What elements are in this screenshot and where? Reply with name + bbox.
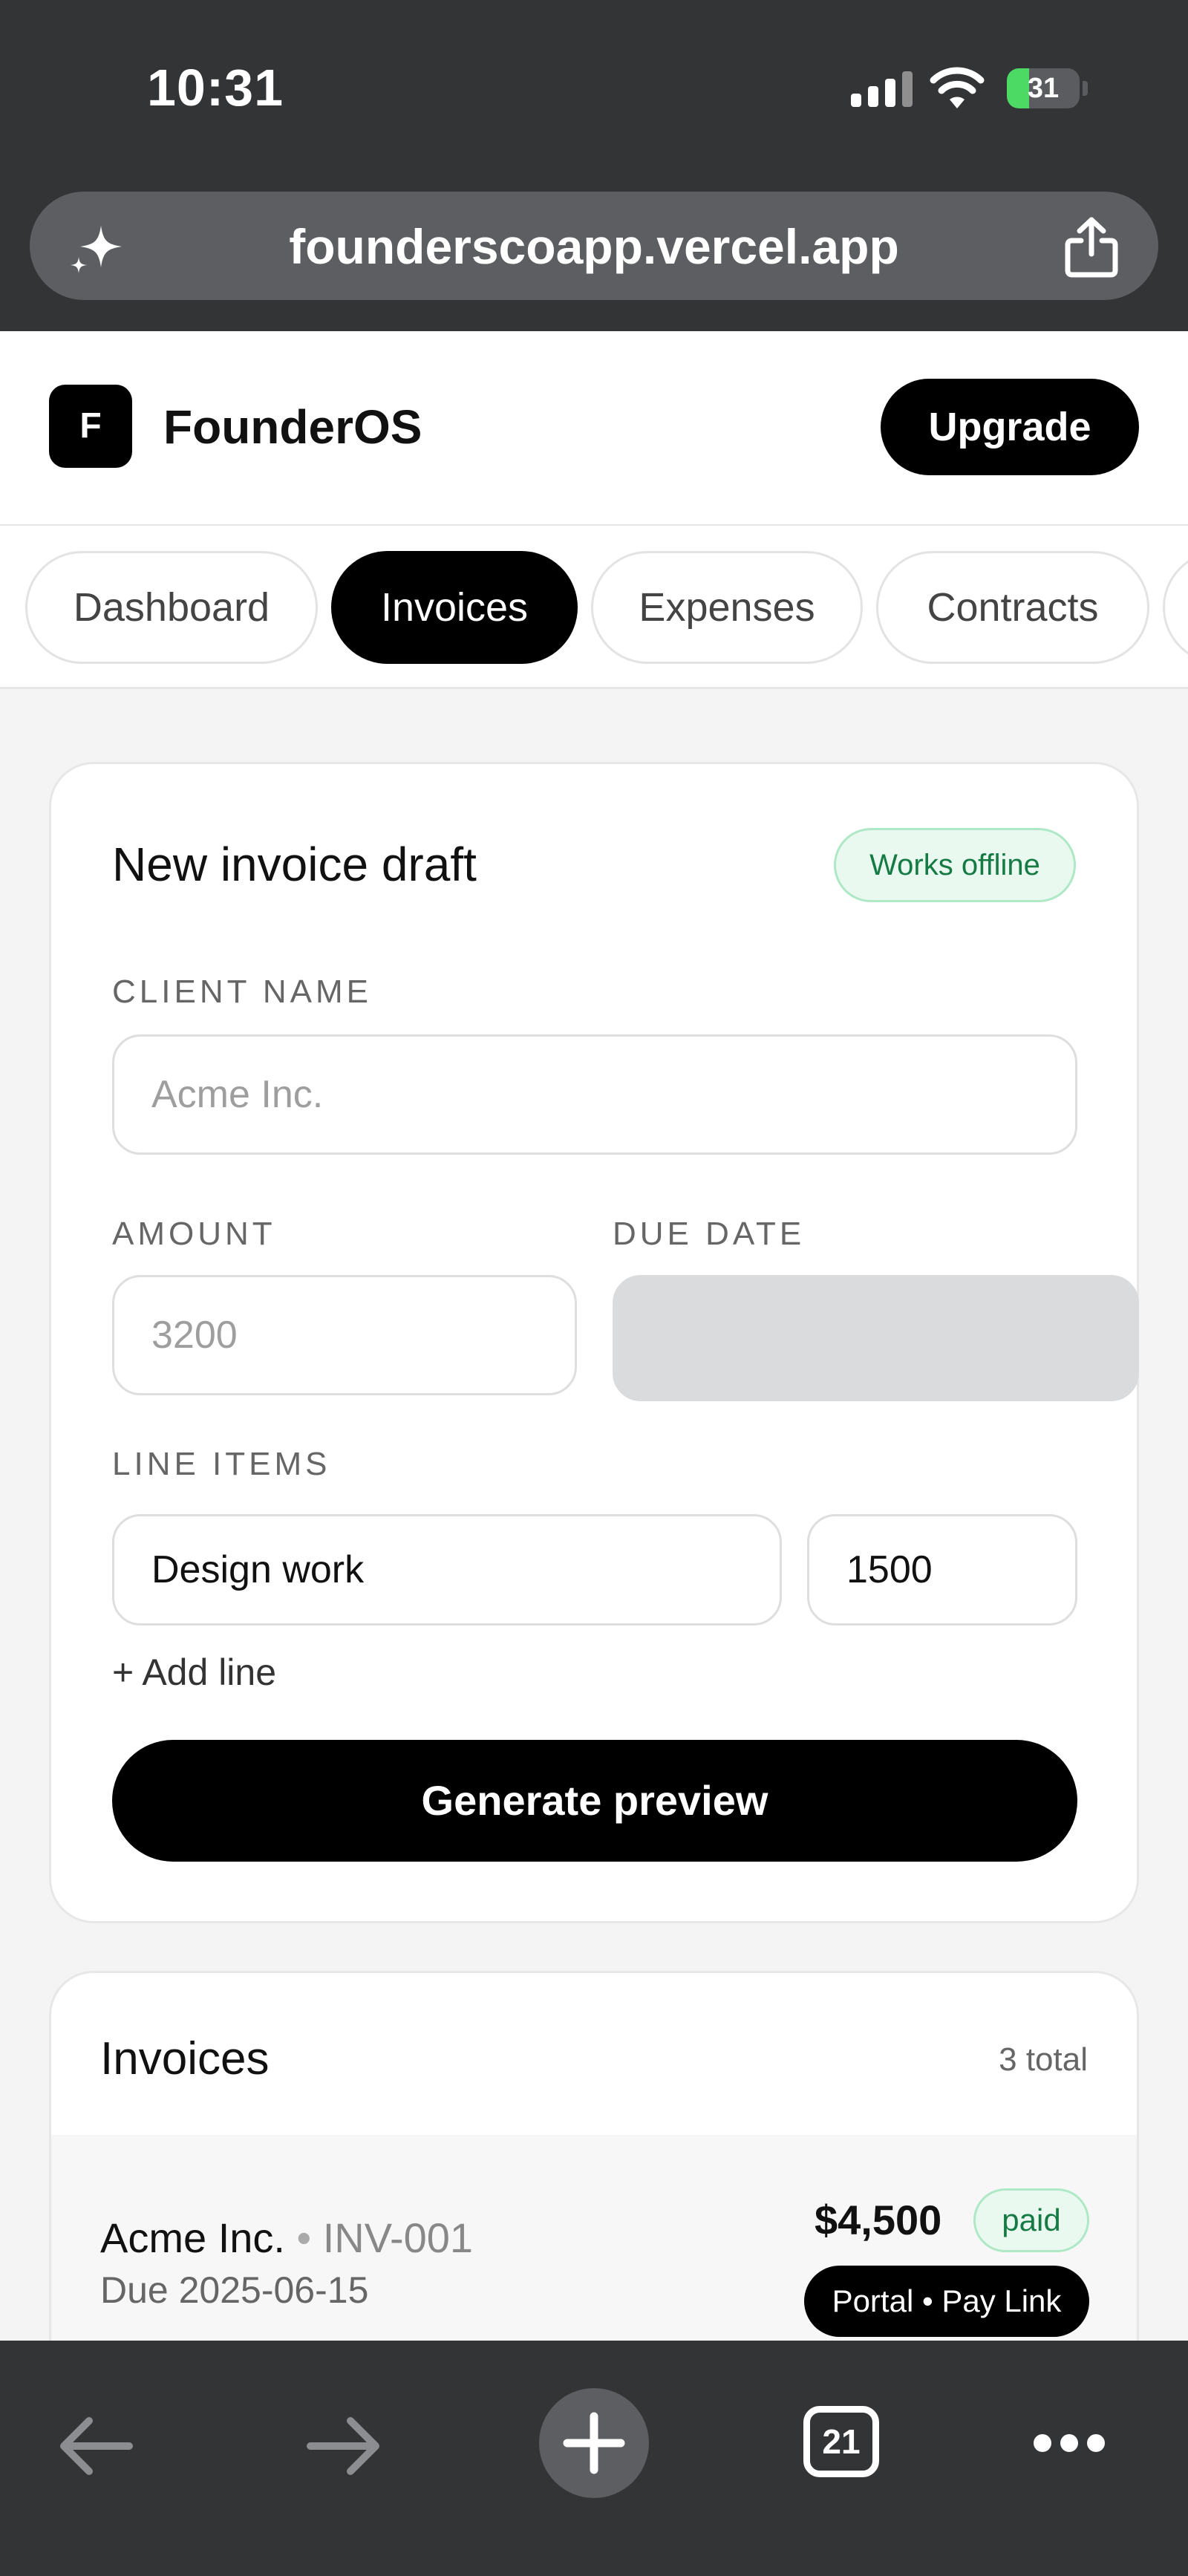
form-title: New invoice draft: [112, 838, 477, 891]
portal-pay-link-button[interactable]: Portal • Pay Link: [804, 2266, 1089, 2337]
more-icon[interactable]: [1032, 2428, 1106, 2458]
share-icon[interactable]: [1062, 215, 1121, 279]
add-line-button[interactable]: + Add line: [112, 1651, 276, 1694]
app-header: F FounderOS Upgrade: [0, 331, 1188, 526]
invoice-amount: $4,500: [815, 2197, 942, 2243]
tab-more-partial[interactable]: [1163, 551, 1188, 664]
invoice-client: Acme Inc.: [100, 2214, 285, 2261]
invoices-title: Invoices: [100, 2033, 270, 2084]
battery-percent: 31: [1027, 73, 1060, 104]
status-badge: paid: [973, 2188, 1089, 2252]
line-item-amount-input[interactable]: 1500: [807, 1514, 1077, 1626]
generate-preview-button[interactable]: Generate preview: [112, 1740, 1077, 1862]
invoices-count: 3 total: [999, 2041, 1088, 2078]
app-logo[interactable]: F: [49, 385, 132, 468]
invoice-client-line: Acme Inc. • INV-001: [100, 2214, 473, 2262]
battery-icon: 31: [1007, 68, 1089, 108]
url-text[interactable]: founderscoapp.vercel.app: [30, 218, 1158, 275]
amount-label: AMOUNT: [112, 1216, 276, 1252]
status-time: 10:31: [147, 59, 284, 117]
line-items-label: LINE ITEMS: [112, 1446, 331, 1482]
tab-contracts[interactable]: Contracts: [876, 551, 1149, 664]
amount-input[interactable]: 3200: [112, 1275, 577, 1395]
due-date-label: DUE DATE: [613, 1216, 806, 1252]
brand-name: FounderOS: [163, 400, 422, 454]
tab-expenses[interactable]: Expenses: [591, 551, 863, 664]
tab-dashboard[interactable]: Dashboard: [25, 551, 318, 664]
browser-chrome: 10:31 31 founderscoapp.vercel.app: [0, 0, 1188, 331]
upgrade-button[interactable]: Upgrade: [881, 379, 1139, 475]
client-name-input[interactable]: Acme Inc.: [112, 1034, 1077, 1155]
nav-tabs: Dashboard Invoices Expenses Contracts: [0, 526, 1188, 689]
invoice-due-date: Due 2025-06-15: [100, 2269, 369, 2311]
address-bar[interactable]: founderscoapp.vercel.app: [30, 192, 1158, 300]
tabs-count-button[interactable]: 21: [803, 2406, 879, 2477]
invoice-number: INV-001: [322, 2214, 474, 2261]
browser-toolbar: 21: [0, 2341, 1188, 2576]
due-date-input[interactable]: [613, 1275, 1139, 1401]
plus-icon[interactable]: [539, 2388, 649, 2498]
back-arrow-icon[interactable]: [58, 2415, 135, 2477]
forward-arrow-icon[interactable]: [304, 2415, 382, 2477]
invoice-separator: •: [296, 2214, 312, 2261]
client-name-label: CLIENT NAME: [112, 974, 373, 1010]
new-invoice-card: New invoice draft Works offline CLIENT N…: [49, 762, 1139, 1923]
offline-badge: Works offline: [834, 828, 1076, 902]
tab-invoices[interactable]: Invoices: [331, 551, 578, 664]
line-item-description-input[interactable]: Design work: [112, 1514, 782, 1626]
cellular-signal-icon: [851, 70, 913, 107]
wifi-icon: [930, 67, 985, 108]
